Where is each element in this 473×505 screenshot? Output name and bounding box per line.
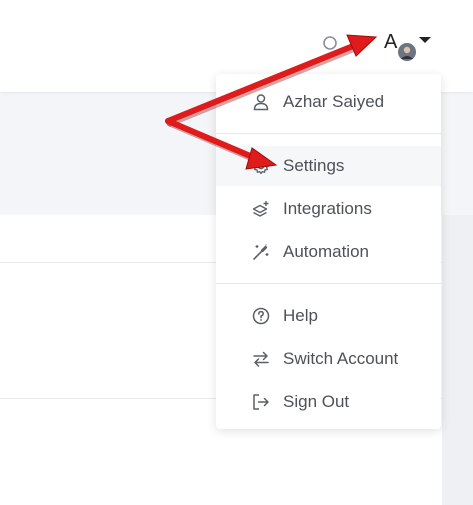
magic-wand-icon xyxy=(253,244,269,260)
search-icon[interactable] xyxy=(322,35,340,53)
menu-divider xyxy=(216,283,441,284)
help-icon xyxy=(252,307,270,325)
account-menu-button[interactable]: A xyxy=(382,28,442,68)
integrations-icon xyxy=(252,201,269,217)
menu-item-integrations[interactable]: Integrations xyxy=(216,189,441,229)
user-icon xyxy=(253,94,269,111)
menu-item-label: Integrations xyxy=(283,199,372,218)
avatar-letter: A xyxy=(384,31,398,53)
menu-item-settings[interactable]: Settings xyxy=(216,146,441,186)
menu-item-profile[interactable]: Azhar Saiyed xyxy=(216,82,441,122)
account-dropdown-menu: Azhar Saiyed Settings Integrations Autom… xyxy=(216,74,441,429)
avatar xyxy=(398,43,416,61)
scroll-gutter xyxy=(442,215,473,505)
sign-out-icon xyxy=(253,394,269,410)
menu-item-label: Switch Account xyxy=(283,349,399,368)
menu-divider xyxy=(216,133,441,134)
menu-item-automation[interactable]: Automation xyxy=(216,232,441,272)
menu-item-label: Help xyxy=(283,306,318,325)
menu-item-sign-out[interactable]: Sign Out xyxy=(216,382,441,422)
menu-item-label: Automation xyxy=(283,242,369,261)
chevron-down-icon xyxy=(419,37,431,43)
menu-item-label: Sign Out xyxy=(283,392,350,411)
menu-item-label: Azhar Saiyed xyxy=(283,92,385,111)
gear-icon xyxy=(252,157,270,175)
menu-item-label: Settings xyxy=(283,156,345,175)
switch-icon xyxy=(253,351,269,367)
menu-item-help[interactable]: Help xyxy=(216,296,441,336)
menu-item-switch-account[interactable]: Switch Account xyxy=(216,339,441,379)
